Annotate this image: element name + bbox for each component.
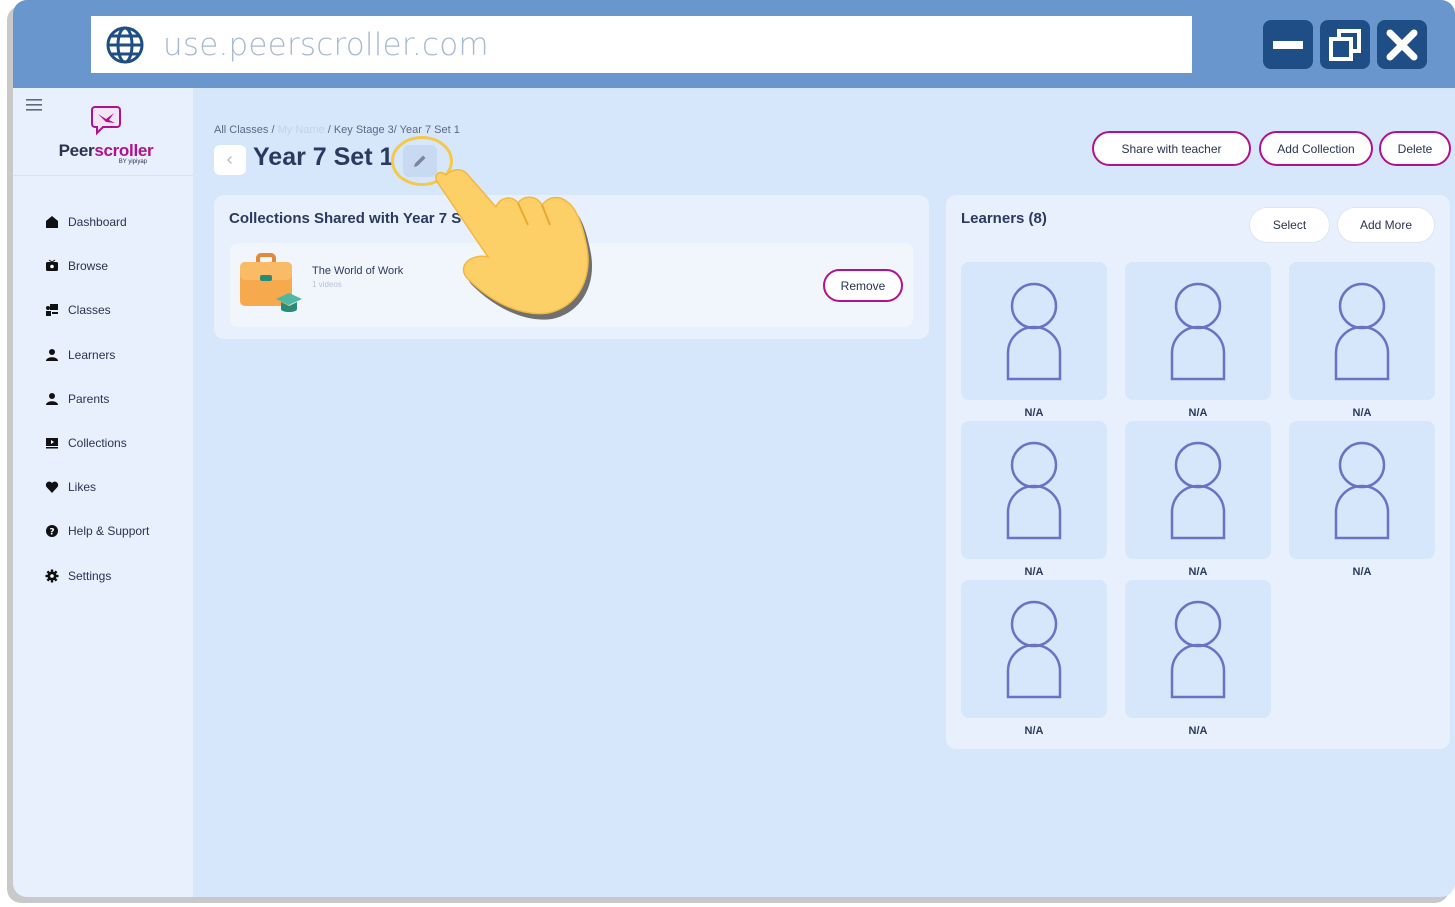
learner-name: N/A bbox=[1188, 725, 1208, 737]
heart-icon bbox=[45, 481, 59, 494]
sidebar-item-label: Likes bbox=[68, 480, 97, 495]
breadcrumb-rest: / Key Stage 3/ Year 7 Set 1 bbox=[327, 124, 460, 136]
address-bar[interactable]: use.peerscroller.com bbox=[91, 16, 1192, 73]
user-avatar-icon bbox=[1006, 282, 1062, 381]
briefcase-icon bbox=[240, 253, 302, 312]
sidebar-item-browse[interactable]: Browse bbox=[45, 244, 149, 288]
share-with-teacher-button[interactable]: Share with teacher bbox=[1092, 131, 1251, 166]
sidebar-item-dashboard[interactable]: Dashboard bbox=[45, 200, 149, 244]
classroom-icon bbox=[46, 304, 58, 317]
svg-text:?: ? bbox=[49, 528, 54, 538]
add-collection-button[interactable]: Add Collection bbox=[1259, 131, 1373, 166]
sidebar-item-label: Learners bbox=[68, 347, 116, 362]
sidebar-item-parents[interactable]: Parents bbox=[45, 377, 149, 421]
restore-icon bbox=[1329, 28, 1361, 61]
learner-card[interactable] bbox=[961, 421, 1107, 559]
sidebar-item-label: Help & Support bbox=[68, 524, 150, 539]
learner-name: N/A bbox=[1352, 566, 1372, 578]
learner-card[interactable] bbox=[1125, 580, 1271, 718]
sidebar-item-settings[interactable]: Settings bbox=[45, 554, 149, 598]
tv-icon bbox=[46, 259, 58, 272]
learners-panel-title: Learners (8) bbox=[961, 210, 1047, 227]
collection-video-count: 1 videos bbox=[312, 280, 342, 289]
close-button[interactable] bbox=[1377, 20, 1427, 69]
page-title: Year 7 Set 1 bbox=[253, 143, 394, 171]
app-window: use.peerscroller.com Peerscroller BY yip… bbox=[13, 0, 1455, 897]
learner-name: N/A bbox=[1188, 566, 1208, 578]
collection-name: The World of Work bbox=[312, 265, 404, 277]
breadcrumb-my-name[interactable]: My Name bbox=[278, 124, 325, 136]
learner-card[interactable] bbox=[1125, 262, 1271, 400]
remove-collection-button[interactable]: Remove bbox=[823, 269, 903, 302]
sidebar-item-label: Dashboard bbox=[68, 215, 127, 230]
sidebar-nav: Dashboard Browse Classes Learners Parent… bbox=[45, 200, 149, 598]
user-avatar-icon bbox=[1006, 441, 1062, 540]
url-text: use.peerscroller.com bbox=[163, 26, 489, 63]
logo[interactable]: Peerscroller BY yipiyap bbox=[53, 104, 159, 165]
learner-name: N/A bbox=[1024, 566, 1044, 578]
user-avatar-icon bbox=[1170, 600, 1226, 699]
person-icon bbox=[46, 348, 58, 361]
delete-button[interactable]: Delete bbox=[1379, 131, 1451, 166]
sidebar-item-learners[interactable]: Learners bbox=[45, 333, 149, 377]
sidebar-item-label: Browse bbox=[68, 259, 109, 274]
learner-name: N/A bbox=[1024, 725, 1044, 737]
browser-bar: use.peerscroller.com bbox=[13, 0, 1455, 88]
logo-text: Peerscroller bbox=[58, 141, 154, 160]
back-button[interactable] bbox=[214, 145, 246, 175]
user-avatar-icon bbox=[1334, 441, 1390, 540]
globe-icon bbox=[106, 26, 144, 63]
learner-name: N/A bbox=[1352, 407, 1372, 419]
learner-card[interactable] bbox=[1125, 421, 1271, 559]
minimize-button[interactable] bbox=[1263, 20, 1313, 69]
sidebar-item-label: Collections bbox=[68, 436, 127, 451]
home-icon bbox=[46, 216, 58, 229]
learner-card[interactable] bbox=[1289, 262, 1435, 400]
collections-panel-title: Collections Shared with Year 7 S bbox=[229, 210, 462, 227]
menu-icon[interactable] bbox=[26, 99, 42, 111]
help-icon: ? bbox=[46, 525, 58, 538]
learner-card[interactable] bbox=[961, 262, 1107, 400]
add-more-learners-button[interactable]: Add More bbox=[1337, 207, 1435, 243]
pointing-hand-icon bbox=[435, 169, 593, 320]
person-icon bbox=[46, 392, 58, 405]
sidebar-item-classes[interactable]: Classes bbox=[45, 288, 149, 332]
user-avatar-icon bbox=[1170, 282, 1226, 381]
select-learners-button[interactable]: Select bbox=[1249, 207, 1330, 243]
learner-card[interactable] bbox=[961, 580, 1107, 718]
sidebar-item-help[interactable]: ? Help & Support bbox=[45, 509, 149, 553]
sidebar-item-collections[interactable]: Collections bbox=[45, 421, 149, 465]
sidebar-item-likes[interactable]: Likes bbox=[45, 465, 149, 509]
chevron-left-icon bbox=[227, 156, 232, 164]
logo-bird-icon bbox=[91, 106, 121, 136]
playlist-icon bbox=[46, 438, 58, 449]
minimize-icon bbox=[1273, 40, 1303, 49]
learners-panel: Learners (8) Select Add More N/A N/A N/A… bbox=[946, 195, 1450, 749]
learner-card[interactable] bbox=[1289, 421, 1435, 559]
learner-name: N/A bbox=[1188, 407, 1208, 419]
sidebar-item-label: Settings bbox=[68, 568, 112, 583]
learner-name: N/A bbox=[1024, 407, 1044, 419]
user-avatar-icon bbox=[1006, 600, 1062, 699]
user-avatar-icon bbox=[1170, 441, 1226, 540]
breadcrumb: All Classes / My Name / Key Stage 3/ Yea… bbox=[214, 124, 460, 136]
sidebar-item-label: Parents bbox=[68, 391, 110, 406]
gear-icon bbox=[45, 569, 59, 583]
breadcrumb-all-classes[interactable]: All Classes / bbox=[214, 124, 275, 136]
sidebar-item-label: Classes bbox=[68, 303, 111, 318]
sidebar-divider bbox=[13, 175, 193, 176]
close-icon bbox=[1386, 29, 1418, 60]
user-avatar-icon bbox=[1334, 282, 1390, 381]
sidebar: Peerscroller BY yipiyap Dashboard Browse… bbox=[13, 88, 193, 897]
maximize-button[interactable] bbox=[1320, 20, 1370, 69]
